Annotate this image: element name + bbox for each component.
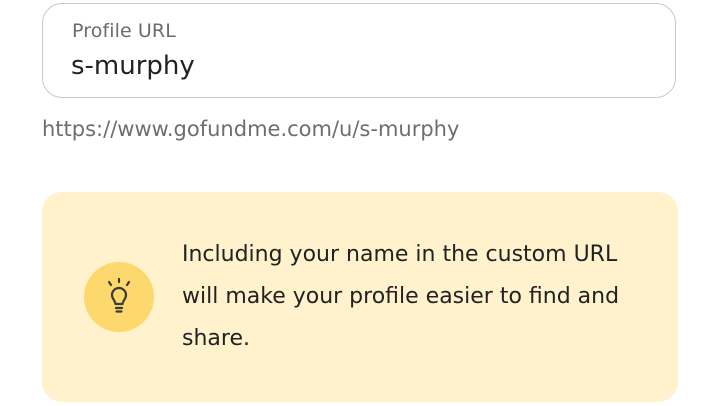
tip-icon-badge (84, 262, 154, 332)
tip-card: Including your name in the custom URL wi… (42, 192, 678, 402)
profile-url-input[interactable] (71, 48, 641, 84)
page: Profile URL https://www.gofundme.com/u/s… (0, 0, 720, 406)
profile-url-label: Profile URL (72, 20, 176, 42)
lightbulb-icon (107, 277, 131, 313)
profile-url-preview: https://www.gofundme.com/u/s-murphy (42, 117, 460, 141)
profile-url-field[interactable]: Profile URL (42, 3, 676, 98)
tip-text: Including your name in the custom URL wi… (182, 242, 620, 351)
